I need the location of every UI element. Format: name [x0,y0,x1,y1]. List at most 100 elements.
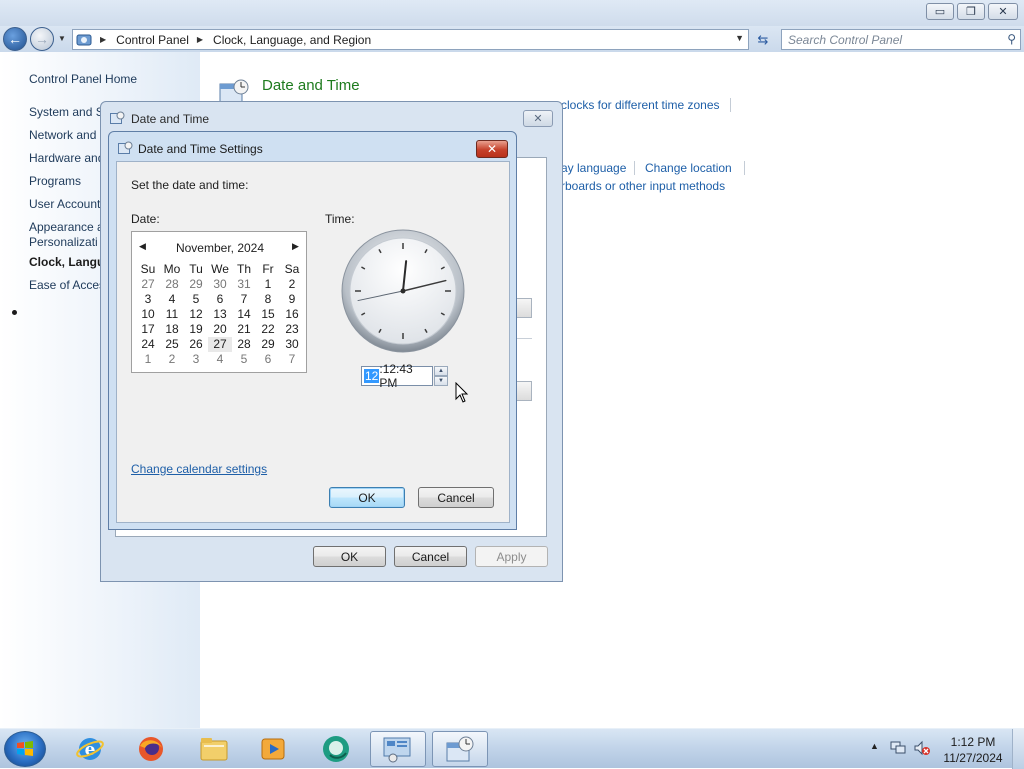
taskbar-internet-explorer[interactable]: e [62,731,118,767]
back-button[interactable]: ← [3,27,27,51]
calendar-day[interactable]: 21 [232,322,256,337]
calendar-day[interactable]: 18 [160,322,184,337]
change-calendar-settings-link[interactable]: Change calendar settings [131,462,267,476]
taskbar-clock-date[interactable]: 11/27/2024 [940,751,1006,765]
calendar-day[interactable]: 29 [184,277,208,292]
calendar-day[interactable]: 16 [280,307,304,322]
spin-up-icon[interactable]: ▲ [434,366,448,376]
taskbar-date-time[interactable] [432,731,488,767]
calendar-day[interactable]: 4 [208,352,232,367]
calendar-day[interactable]: 27 [208,337,232,352]
forward-button[interactable]: → [30,27,54,51]
calendar-day[interactable]: 5 [232,352,256,367]
address-box[interactable]: ▶ Control Panel ▶ Clock, Language, and R… [72,29,749,50]
calendar-week-row: 24 25 26 27 28 29 30 [136,337,304,352]
start-button[interactable] [4,731,46,767]
calendar-day[interactable]: 26 [184,337,208,352]
refresh-button[interactable]: ⇆ [752,29,774,50]
calendar-day[interactable]: 15 [256,307,280,322]
calendar-day[interactable]: 10 [136,307,160,322]
date-time-icon [110,111,125,124]
settings-ok-button[interactable]: OK [329,487,405,508]
calendar-day[interactable]: 7 [280,352,304,367]
outer-ok-button[interactable]: OK [313,546,386,567]
firefox-icon [139,737,163,761]
calendar-day[interactable]: 23 [280,322,304,337]
calendar-day[interactable]: 25 [160,337,184,352]
calendar-day[interactable]: 28 [232,337,256,352]
calendar-day[interactable]: 1 [136,352,160,367]
calendar-day[interactable]: 20 [208,322,232,337]
back-arrow-icon: ← [8,31,22,47]
address-dropdown-icon[interactable]: ▼ [735,33,744,43]
close-button[interactable]: ✕ [988,3,1018,20]
calendar-day[interactable]: 28 [160,277,184,292]
taskbar-control-panel[interactable] [370,731,426,767]
taskbar-file-explorer[interactable] [186,731,242,767]
taskbar-media-player[interactable] [245,731,301,767]
taskbar-app[interactable] [308,731,364,767]
taskbar-clock-time[interactable]: 1:12 PM [945,735,1001,749]
calendar-day[interactable]: 9 [280,292,304,307]
settings-cancel-button[interactable]: Cancel [418,487,494,508]
link-clocks-time-zones[interactable]: clocks for different time zones [561,98,720,112]
sidebar-item-home[interactable]: Control Panel Home [29,72,137,86]
breadcrumb-control-panel[interactable]: Control Panel [116,33,189,47]
calendar-day[interactable]: 1 [256,277,280,292]
calendar-day[interactable]: 6 [256,352,280,367]
calendar-day[interactable]: 30 [280,337,304,352]
calendar-day[interactable]: 2 [280,277,304,292]
outer-cancel-button[interactable]: Cancel [394,546,467,567]
change-time-zone-button[interactable] [516,381,532,401]
taskbar-firefox[interactable] [123,731,179,767]
calendar-day[interactable]: 6 [208,292,232,307]
link-change-location[interactable]: Change location [645,161,732,175]
dialog-close-button[interactable]: ✕ [523,110,553,127]
calendar-day[interactable]: 27 [136,277,160,292]
breadcrumb-clock-language-region[interactable]: Clock, Language, and Region [213,33,371,47]
calendar-day[interactable]: 31 [232,277,256,292]
calendar-day[interactable]: 2 [160,352,184,367]
sidebar-item-programs[interactable]: Programs [29,174,81,188]
calendar-day[interactable]: 5 [184,292,208,307]
time-input[interactable]: 12 :12:43 PM [361,362,433,390]
calendar-day[interactable]: 7 [232,292,256,307]
outer-apply-button[interactable]: Apply [475,546,548,567]
calendar-day[interactable]: 19 [184,322,208,337]
time-hour-selected[interactable]: 12 [364,369,380,383]
calendar-day[interactable]: 29 [256,337,280,352]
link-keyboards-input[interactable]: rboards or other input methods [561,179,725,193]
category-title[interactable]: Date and Time [262,77,360,94]
change-date-time-button[interactable] [516,298,532,318]
search-icon[interactable]: ⚲ [1007,32,1016,46]
calendar-day[interactable]: 8 [256,292,280,307]
network-icon[interactable] [889,740,907,756]
calendar-month-title[interactable]: November, 2024 [132,241,308,255]
show-desktop-button[interactable] [1012,729,1024,769]
calendar-day[interactable]: 3 [184,352,208,367]
spin-down-icon[interactable]: ▼ [434,376,448,386]
minimize-button[interactable]: ▭ [926,3,954,20]
maximize-button[interactable]: ❐ [957,3,985,20]
time-rest[interactable]: :12:43 PM [379,362,432,390]
dialog-title: Date and Time [131,112,210,126]
dialog-close-button[interactable]: ✕ [476,140,508,158]
recent-pages-dropdown[interactable]: ▼ [58,34,66,43]
next-month-icon[interactable]: ▶ [292,241,299,252]
calendar-day[interactable]: 24 [136,337,160,352]
dialog-client-area: Set the date and time: Date: Time: ◀ Nov… [116,161,510,523]
calendar-day[interactable]: 12 [184,307,208,322]
calendar-day[interactable]: 30 [208,277,232,292]
calendar-day[interactable]: 22 [256,322,280,337]
calendar-day[interactable]: 11 [160,307,184,322]
link-display-language[interactable]: ay language [561,161,626,175]
time-spinner[interactable]: ▲ ▼ [434,366,448,386]
calendar-day[interactable]: 4 [160,292,184,307]
search-input[interactable]: Search Control Panel ⚲ [781,29,1021,50]
calendar-day[interactable]: 17 [136,322,160,337]
volume-muted-icon[interactable] [913,740,931,756]
calendar-day[interactable]: 3 [136,292,160,307]
calendar-day[interactable]: 14 [232,307,256,322]
show-hidden-icons-button[interactable]: ▲ [870,741,879,751]
calendar-day[interactable]: 13 [208,307,232,322]
